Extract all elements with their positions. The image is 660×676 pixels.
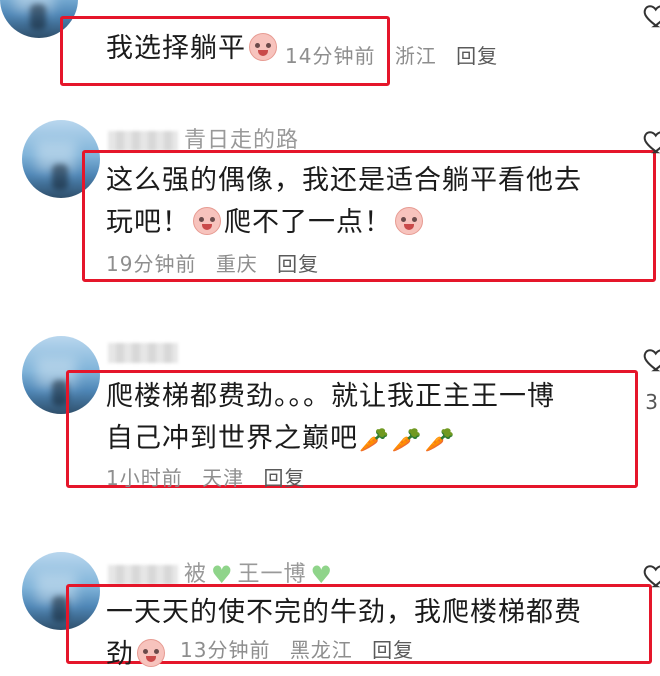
cry-laugh-emoji-icon: [193, 207, 221, 235]
comment-meta: 14分钟前 浙江 回复: [285, 40, 510, 69]
comment-location: 浙江: [394, 44, 437, 68]
comment-time: 13分钟前: [180, 638, 271, 662]
like-count: 3: [645, 390, 658, 414]
heart-outline-icon[interactable]: [642, 560, 660, 590]
heart-outline-icon[interactable]: [642, 126, 660, 156]
reply-button[interactable]: 回复: [263, 466, 305, 490]
carrot-emoji-icon: 🥕: [359, 425, 390, 454]
comment-location: 天津: [202, 466, 245, 490]
comment-text: 爬楼梯都费劲。。。就让我正主王一博 自己冲到世界之巅吧🥕🥕🥕: [106, 376, 555, 461]
reply-button[interactable]: 回复: [277, 252, 319, 276]
cry-laugh-emoji-icon: [249, 33, 277, 61]
reply-button[interactable]: 回复: [372, 638, 414, 662]
comment-time: 14分钟前: [285, 44, 376, 68]
comment-meta: 1小时前 天津 回复: [106, 462, 317, 491]
comment-text: 我选择躺平: [106, 28, 280, 70]
comment-time: 1小时前: [106, 466, 183, 490]
reply-button[interactable]: 回复: [456, 44, 498, 68]
comment-location: 重庆: [215, 252, 258, 276]
username[interactable]: [108, 340, 184, 365]
cry-laugh-emoji-icon: [137, 639, 165, 667]
carrot-emoji-icon: 🥕: [424, 425, 456, 454]
comment-location: 黑龙江: [289, 638, 353, 662]
carrot-emoji-icon: 🥕: [391, 425, 423, 454]
comment-meta: 19分钟前 重庆 回复: [106, 248, 331, 277]
cry-laugh-emoji-icon: [395, 207, 423, 235]
heart-outline-icon[interactable]: [642, 0, 660, 30]
comment-meta: 13分钟前 黑龙江 回复: [180, 634, 426, 663]
comment-time: 19分钟前: [106, 252, 197, 276]
heart-outline-icon[interactable]: [642, 344, 660, 374]
comment-text: 这么强的偶像，我还是适合躺平看他去 玩吧！ 爬不了一点！: [106, 165, 582, 238]
